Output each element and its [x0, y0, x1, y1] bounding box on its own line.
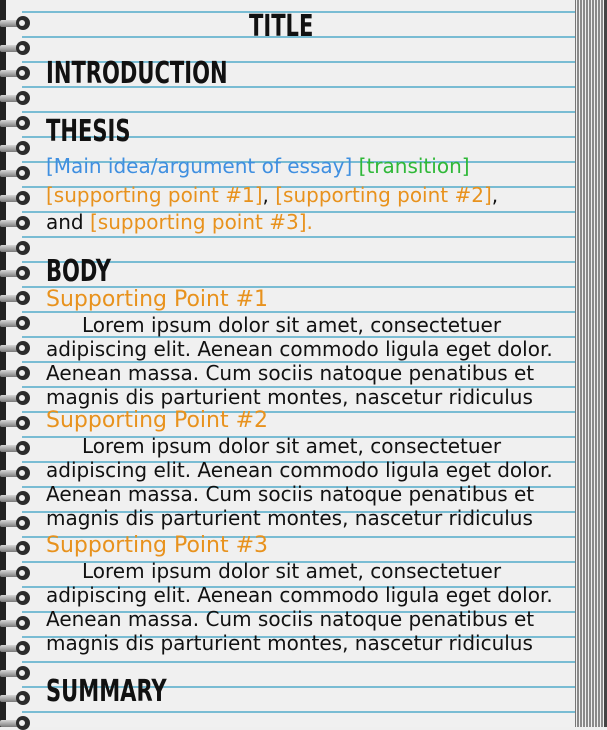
spiral-ring-icon	[0, 191, 32, 205]
supporting-point-heading: Supporting Point #3	[46, 533, 269, 558]
thesis-transition: [transition]	[358, 154, 470, 178]
spiral-ring-icon	[0, 316, 32, 330]
spiral-ring-icon	[0, 41, 32, 55]
ruled-line	[22, 711, 607, 713]
thesis-line-3: and [supporting point #3].	[46, 210, 313, 234]
spiral-ring-icon	[0, 116, 32, 130]
spiral-ring-icon	[0, 16, 32, 30]
thesis-line-2: [supporting point #1], [supporting point…	[46, 183, 498, 207]
thesis-point-3: [supporting point #3].	[90, 210, 313, 234]
spiral-ring-icon	[0, 516, 32, 530]
spiral-ring-icon	[0, 666, 32, 680]
spiral-ring-icon	[0, 216, 32, 230]
ruled-line	[22, 236, 607, 238]
section-heading-introduction: INTRODUCTION	[46, 56, 228, 91]
notebook-page-edges	[575, 0, 607, 727]
spiral-ring-icon	[0, 416, 32, 430]
spiral-ring-icon	[0, 591, 32, 605]
paragraph-line: adipiscing elit. Aenean commodo ligula e…	[46, 337, 553, 361]
spiral-ring-icon	[0, 466, 32, 480]
spiral-ring-icon	[0, 91, 32, 105]
spiral-ring-icon	[0, 566, 32, 580]
paragraph-line: Lorem ipsum dolor sit amet, consectetuer	[82, 559, 502, 583]
thesis-main-idea: [Main idea/argument of essay]	[46, 154, 353, 178]
thesis-and: and	[46, 210, 84, 234]
supporting-point-heading: Supporting Point #2	[46, 408, 269, 433]
paragraph-line: Lorem ipsum dolor sit amet, consectetuer	[82, 313, 502, 337]
spiral-ring-icon	[0, 141, 32, 155]
spiral-ring-icon	[0, 541, 32, 555]
supporting-point-heading: Supporting Point #1	[46, 287, 269, 312]
paragraph-line: magnis dis parturient montes, nascetur r…	[46, 385, 533, 409]
spiral-ring-icon	[0, 266, 32, 280]
spiral-ring-icon	[0, 291, 32, 305]
spiral-ring-icon	[0, 166, 32, 180]
ruled-line	[22, 661, 607, 663]
ruled-line	[22, 11, 607, 13]
paragraph-line: Aenean massa. Cum sociis natoque penatib…	[46, 361, 535, 385]
thesis-point-2: [supporting point #2]	[275, 183, 492, 207]
spiral-ring-icon	[0, 241, 32, 255]
section-heading-thesis: THESIS	[46, 114, 131, 149]
spiral-ring-icon	[0, 366, 32, 380]
spiral-ring-icon	[0, 441, 32, 455]
paragraph-line: magnis dis parturient montes, nascetur r…	[46, 506, 533, 530]
spiral-ring-icon	[0, 716, 32, 730]
thesis-point-1: [supporting point #1]	[46, 183, 263, 207]
spiral-ring-icon	[0, 391, 32, 405]
spiral-ring-icon	[0, 491, 32, 505]
spiral-ring-icon	[0, 341, 32, 355]
spiral-ring-icon	[0, 641, 32, 655]
paragraph-line: Aenean massa. Cum sociis natoque penatib…	[46, 482, 535, 506]
spiral-ring-icon	[0, 66, 32, 80]
thesis-line-1: [Main idea/argument of essay] [transitio…	[46, 154, 470, 178]
paragraph-line: adipiscing elit. Aenean commodo ligula e…	[46, 458, 553, 482]
ruled-line	[22, 111, 607, 113]
thesis-comma: ,	[262, 183, 269, 207]
ruled-line	[22, 36, 607, 38]
section-heading-summary: SUMMARY	[46, 674, 167, 709]
paragraph-line: Lorem ipsum dolor sit amet, consectetuer	[82, 434, 502, 458]
thesis-comma: ,	[491, 183, 499, 207]
essay-title: TITLE	[249, 9, 314, 44]
paragraph-line: magnis dis parturient montes, nascetur r…	[46, 631, 533, 655]
spiral-ring-icon	[0, 616, 32, 630]
paragraph-line: adipiscing elit. Aenean commodo ligula e…	[46, 583, 553, 607]
section-heading-body: BODY	[46, 254, 111, 289]
spiral-ring-icon	[0, 691, 32, 705]
paragraph-line: Aenean massa. Cum sociis natoque penatib…	[46, 607, 535, 631]
